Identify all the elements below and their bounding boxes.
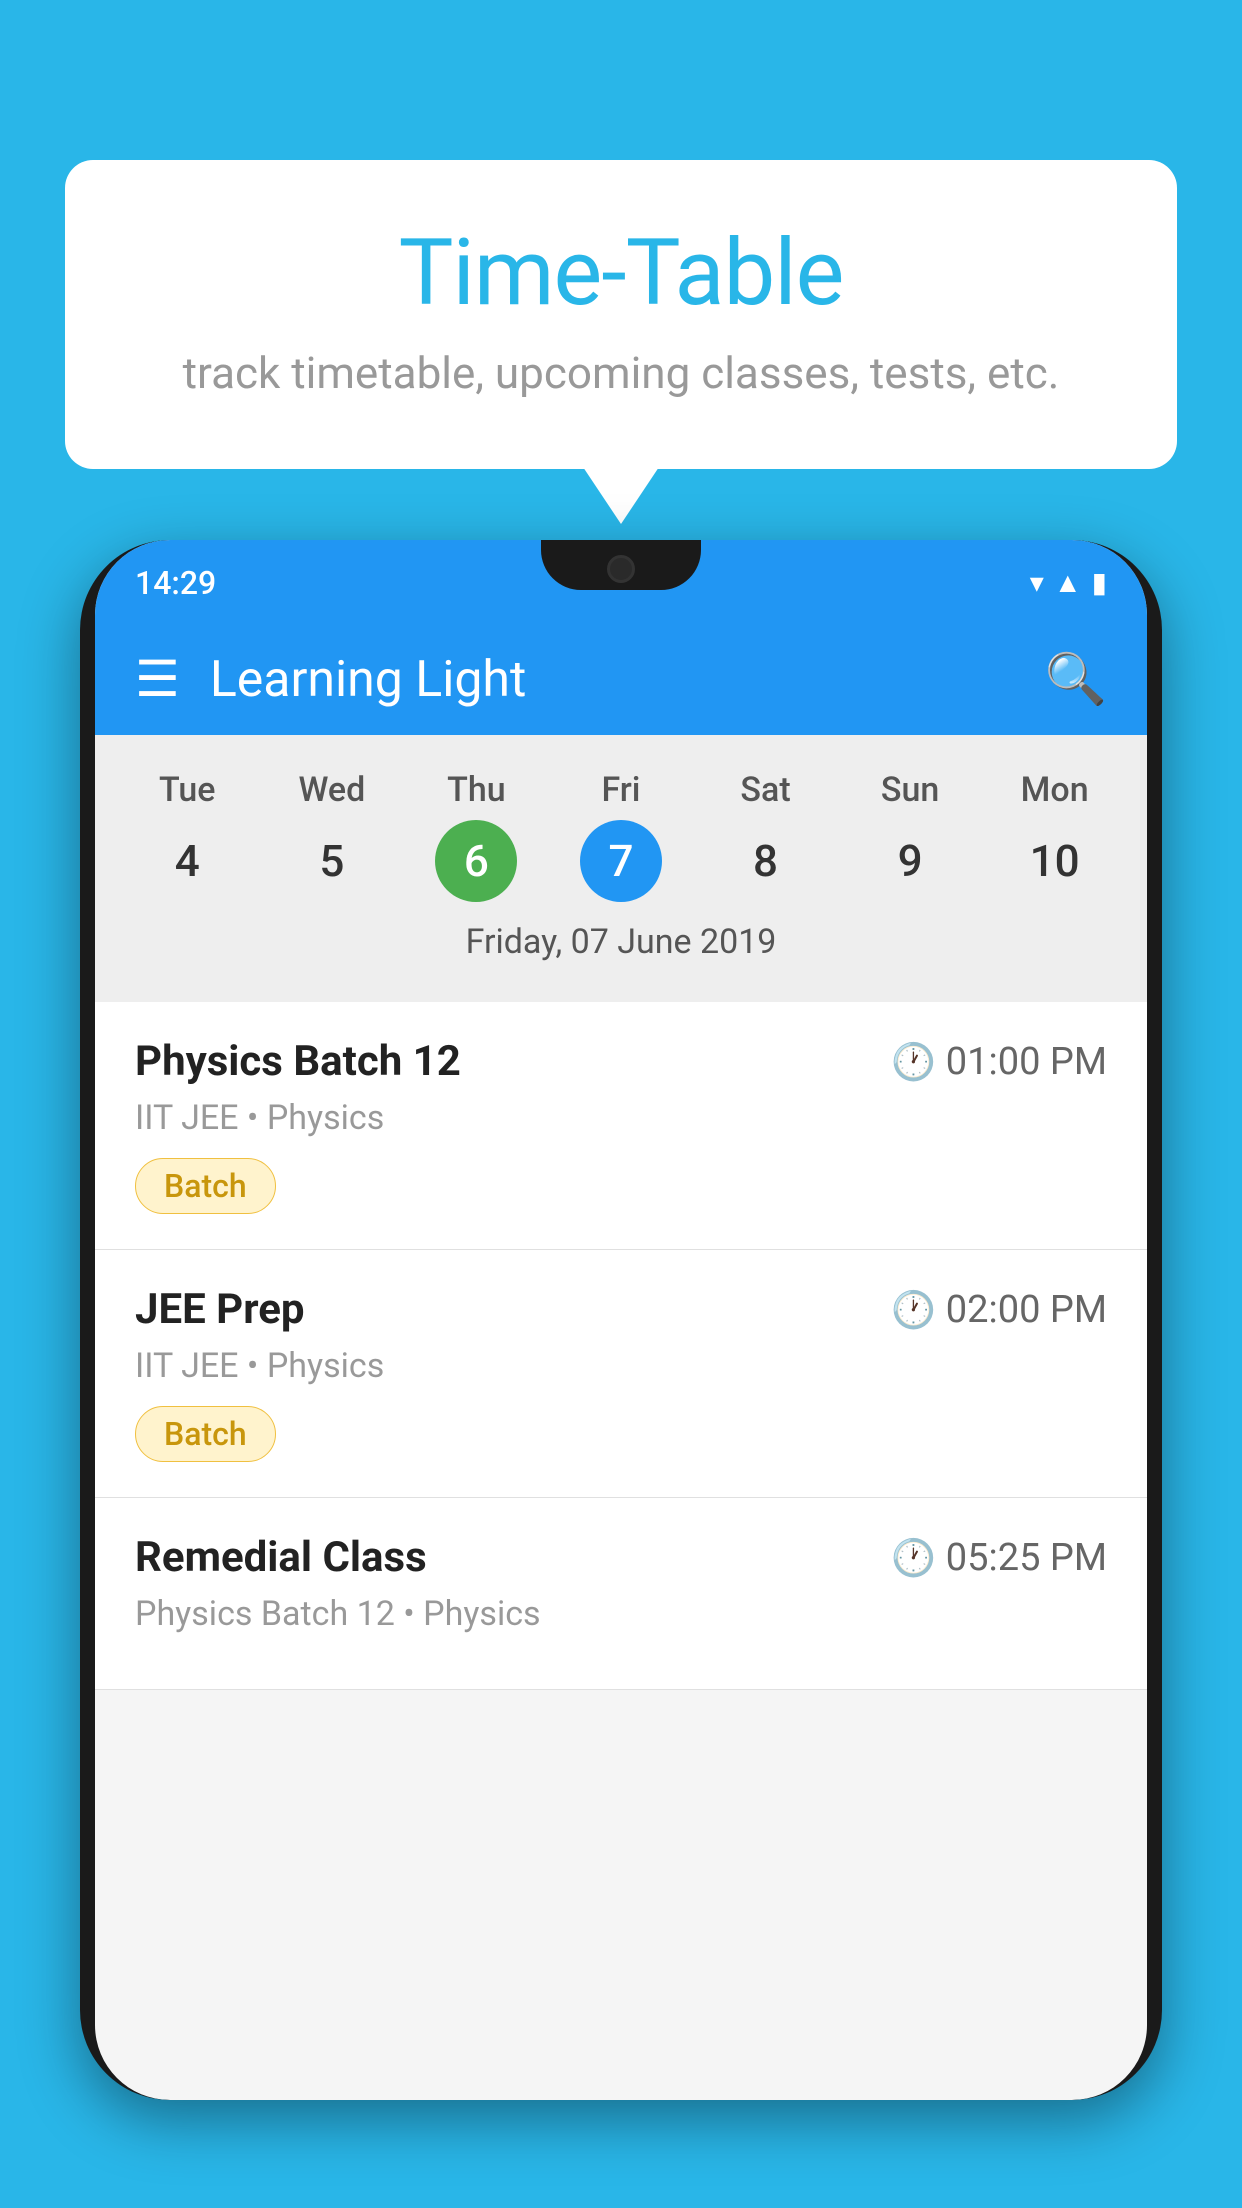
batch-badge: Batch [135, 1158, 276, 1214]
menu-icon[interactable]: ☰ [135, 655, 180, 705]
search-icon[interactable]: 🔍 [1045, 651, 1107, 709]
bubble-subtitle: track timetable, upcoming classes, tests… [145, 347, 1097, 399]
time-text: 02:00 PM [946, 1288, 1107, 1332]
wifi-icon: ▾ [1030, 566, 1044, 599]
schedule-list: Physics Batch 12🕐01:00 PMIIT JEE • Physi… [95, 1002, 1147, 1690]
clock-icon: 🕐 [891, 1041, 936, 1083]
day-number[interactable]: 4 [146, 820, 228, 902]
day-name: Wed [298, 770, 365, 810]
schedule-item[interactable]: JEE Prep 🕐02:00 PM IIT JEE • Physics Batch [95, 1250, 1147, 1498]
time-text: 05:25 PM [946, 1536, 1107, 1580]
day-item[interactable]: Sat 8 [701, 770, 831, 902]
day-item[interactable]: Fri 7 [556, 770, 686, 902]
selected-date: Friday, 07 June 2019 [95, 907, 1147, 982]
status-icons: ▾ ▲ ▮ [1030, 566, 1107, 599]
clock-icon: 🕐 [891, 1537, 936, 1579]
calendar-section: Tue 4 Wed 5 Thu 6 Fri 7 Sat 8 Sun 9 Mon 10 Friday, 07… [95, 735, 1147, 1002]
schedule-item[interactable]: Physics Batch 12 🕐01:00 PM IIT JEE • Physi… [95, 1002, 1147, 1250]
camera [607, 555, 635, 583]
day-number[interactable]: 7 [580, 820, 662, 902]
day-item[interactable]: Wed 5 [267, 770, 397, 902]
phone: 14:29 ▾ ▲ ▮ ☰ Learning Light 🔍 [80, 540, 1162, 2100]
speech-bubble-container: Time-Table track timetable, upcoming cla… [65, 160, 1177, 469]
schedule-time: 🕐01:00 PM [891, 1040, 1107, 1084]
day-item[interactable]: Thu 6 [411, 770, 541, 902]
phone-screen: 14:29 ▾ ▲ ▮ ☰ Learning Light 🔍 [95, 540, 1147, 2100]
schedule-item[interactable]: Remedial Class 🕐05:25 PM Physics Batch 12 … [95, 1498, 1147, 1690]
schedule-meta: IIT JEE • Physics [135, 1346, 1107, 1386]
day-number[interactable]: 6 [435, 820, 517, 902]
schedule-time: 🕐02:00 PM [891, 1288, 1107, 1332]
day-name: Sun [881, 770, 939, 810]
day-name: Tue [159, 770, 215, 810]
batch-badge: Batch [135, 1406, 276, 1462]
day-name: Sat [740, 770, 790, 810]
day-item[interactable]: Mon 10 [990, 770, 1120, 902]
schedule-title: Physics Batch 12 [135, 1037, 461, 1086]
schedule-meta: IIT JEE • Physics [135, 1098, 1107, 1138]
day-name: Thu [447, 770, 506, 810]
signal-icon: ▲ [1054, 566, 1082, 599]
battery-icon: ▮ [1092, 566, 1107, 599]
time-text: 01:00 PM [946, 1040, 1107, 1084]
day-number[interactable]: 9 [869, 820, 951, 902]
clock-icon: 🕐 [891, 1289, 936, 1331]
app-title: Learning Light [210, 651, 1045, 709]
schedule-meta: Physics Batch 12 • Physics [135, 1594, 1107, 1634]
notch [541, 540, 701, 590]
phone-container: 14:29 ▾ ▲ ▮ ☰ Learning Light 🔍 [80, 540, 1162, 2100]
schedule-title: Remedial Class [135, 1533, 427, 1582]
bubble-title: Time-Table [145, 220, 1097, 327]
schedule-title: JEE Prep [135, 1285, 305, 1334]
status-time: 14:29 [135, 564, 216, 602]
speech-bubble: Time-Table track timetable, upcoming cla… [65, 160, 1177, 469]
day-number[interactable]: 5 [291, 820, 373, 902]
app-bar: ☰ Learning Light 🔍 [95, 625, 1147, 735]
days-row: Tue 4 Wed 5 Thu 6 Fri 7 Sat 8 Sun 9 Mon 10 [95, 755, 1147, 907]
day-item[interactable]: Sun 9 [845, 770, 975, 902]
status-bar: 14:29 ▾ ▲ ▮ [95, 540, 1147, 625]
day-name: Mon [1021, 770, 1089, 810]
day-name: Fri [601, 770, 640, 810]
schedule-time: 🕐05:25 PM [891, 1536, 1107, 1580]
day-number[interactable]: 8 [725, 820, 807, 902]
day-number[interactable]: 10 [1014, 820, 1096, 902]
day-item[interactable]: Tue 4 [122, 770, 252, 902]
